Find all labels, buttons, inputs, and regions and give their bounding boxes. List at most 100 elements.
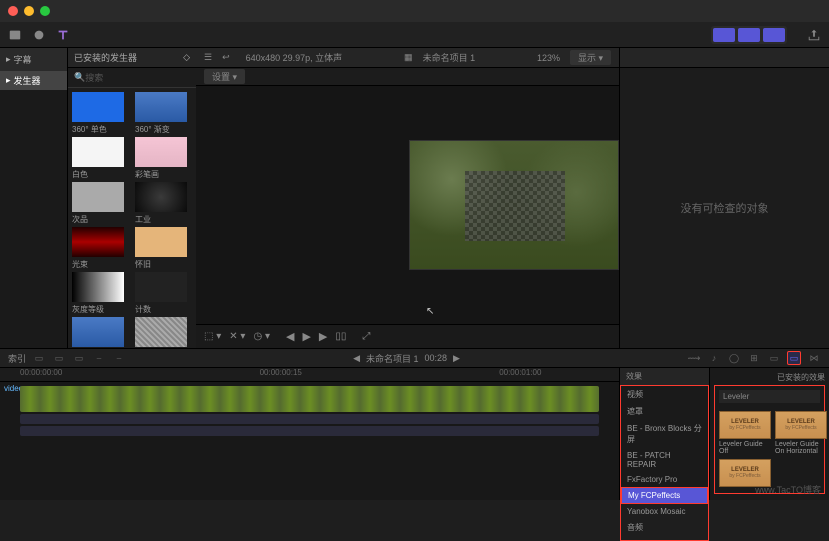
audio-track-1[interactable] [20, 414, 599, 424]
effect-category[interactable]: BE - PATCH REPAIR [621, 448, 708, 472]
generator-thumb[interactable]: 光束 [72, 227, 129, 270]
generator-thumb[interactable]: 360° 单色 [72, 92, 129, 135]
ruler-mark [379, 368, 499, 381]
thumb-image [72, 92, 124, 122]
tl-prev-icon[interactable]: ◀ [353, 353, 360, 364]
prev-icon[interactable]: ◀ [286, 330, 294, 343]
leveler-header: Leveler [719, 390, 820, 403]
leveler-preset[interactable]: LEVELERby FCPeffects Leveler Guide On Hor… [775, 411, 827, 455]
film-icon: ▦ [404, 52, 413, 63]
tl-icon-1[interactable]: ▭ [32, 351, 46, 365]
thumb-image [72, 272, 124, 302]
search-icon: 🔍 [74, 72, 85, 83]
viewer-project: 未命名项目 1 [423, 51, 476, 64]
loop-icon[interactable]: ▯▯ [335, 331, 346, 342]
effect-category[interactable]: Yanobox Mosaic [621, 504, 708, 519]
effect-category[interactable]: My FCPeffects [621, 487, 708, 504]
tl-icon-3[interactable]: ▭ [72, 351, 86, 365]
close-window[interactable] [8, 6, 18, 16]
timeline-tracks[interactable]: video [0, 382, 619, 500]
effects-browser-icon[interactable]: ▭ [787, 351, 801, 365]
generators-pane: 已安装的发生器 ◇ 🔍 搜索 360° 单色360° 渐变白色彩笔画次品工业光束… [68, 48, 196, 348]
tl-solo-icon[interactable]: ◯ [727, 351, 741, 365]
generator-thumb[interactable] [72, 317, 129, 348]
sidebar-header-label: 字幕 [14, 53, 32, 66]
viewer-canvas[interactable] [409, 140, 619, 270]
ruler-mark: 00:00:01:00 [499, 368, 619, 381]
generator-thumb[interactable]: 计数 [135, 272, 192, 315]
next-icon[interactable]: ▶ [319, 330, 327, 343]
tl-snap-icon[interactable]: ⊞ [747, 351, 761, 365]
thumb-image [135, 317, 187, 347]
thumb-label: 彩笔画 [135, 169, 192, 180]
thumb-image [135, 182, 187, 212]
generator-thumb[interactable]: 工业 [135, 182, 192, 225]
thumb-image [72, 317, 124, 347]
maximize-window[interactable] [40, 6, 50, 16]
titles-icon[interactable] [54, 26, 72, 44]
timeline-ruler[interactable]: 00:00:00:0000:00:00:1500:00:01:00 [0, 368, 619, 382]
crop-icon[interactable]: ⬚ ▾ [204, 331, 221, 342]
generator-thumb[interactable]: 360° 渐变 [135, 92, 192, 135]
share-icon[interactable] [805, 26, 823, 44]
tl-icon-4[interactable]: ⎯ [92, 351, 106, 365]
transport-bar: ⬚ ▾ ✕ ▾ ◷ ▾ ◀ ▶ ▶ ▯▯ ⤢ [196, 324, 619, 348]
photos-icon[interactable] [30, 26, 48, 44]
thumb-image [135, 137, 187, 167]
viewer-body[interactable]: ↖ [196, 86, 619, 324]
effect-category[interactable]: BE - Bronx Blocks 分屏 [621, 420, 708, 448]
minimize-window[interactable] [24, 6, 34, 16]
view-seg-1[interactable] [713, 28, 735, 42]
tl-audio-skim-icon[interactable]: ♪ [707, 351, 721, 365]
viewer-settings-menu[interactable]: 设置 ▾ [204, 69, 245, 84]
tl-view-icon[interactable]: ▭ [767, 351, 781, 365]
video-track[interactable] [20, 386, 599, 412]
thumb-label: 次品 [72, 214, 129, 225]
fullscreen-icon[interactable]: ⤢ [362, 331, 370, 342]
tl-icon-5[interactable]: ⎯ [112, 351, 126, 365]
viewer-info: 640x480 29.97p, 立体声 [246, 51, 343, 64]
library-icon[interactable] [6, 26, 24, 44]
generator-thumb[interactable]: 怀旧 [135, 227, 192, 270]
leveler-preset[interactable]: LEVELERby FCPeffects Leveler Guide Off [719, 411, 771, 455]
tl-next-icon[interactable]: ▶ [453, 353, 460, 364]
leveler-thumb: LEVELERby FCPeffects [719, 411, 771, 439]
play-icon[interactable]: ▶ [302, 330, 310, 343]
thumb-image [72, 227, 124, 257]
viewer-pane: ☰ ↩ 640x480 29.97p, 立体声 ▦ 未命名项目 1 123% 显… [196, 48, 619, 348]
generator-thumb[interactable] [135, 317, 192, 348]
back-icon[interactable]: ↩ [222, 52, 230, 63]
view-seg-3[interactable] [763, 28, 785, 42]
effect-category[interactable]: 音频 [621, 519, 708, 536]
generators-search[interactable]: 🔍 搜索 [68, 68, 196, 88]
effect-category[interactable]: 遮罩 [621, 403, 708, 420]
leveler-thumb: LEVELERby FCPeffects [775, 411, 827, 439]
sidebar-header[interactable]: ▸ 字幕 [0, 48, 67, 71]
tl-icon-2[interactable]: ▭ [52, 351, 66, 365]
effect-category[interactable]: FxFactory Pro [621, 472, 708, 487]
view-seg-2[interactable] [738, 28, 760, 42]
generator-thumb[interactable]: 灰度等级 [72, 272, 129, 315]
sidebar-item-generators[interactable]: ▸ 发生器 [0, 71, 67, 90]
installed-effects-label: 已安装的效果 [714, 372, 825, 383]
generator-thumb[interactable]: 彩笔画 [135, 137, 192, 180]
viewer-display-menu[interactable]: 显示 ▾ [570, 50, 611, 65]
list-icon[interactable]: ☰ [204, 52, 212, 63]
tl-skimming-icon[interactable]: ⟿ [687, 351, 701, 365]
tool-icon[interactable]: ✕ ▾ [229, 331, 245, 342]
leveler-label: Leveler Guide On Horizontal [775, 441, 827, 455]
thumb-image [72, 182, 124, 212]
retime-icon[interactable]: ◷ ▾ [253, 331, 270, 342]
index-label[interactable]: 索引 [8, 352, 26, 365]
effect-category[interactable]: 视频 [621, 386, 708, 403]
main-toolbar [0, 22, 829, 48]
dropdown-icon[interactable]: ◇ [183, 52, 190, 63]
generators-header: 已安装的发生器 ◇ [68, 48, 196, 68]
transparency-area [465, 171, 565, 241]
leveler-label: Leveler Guide Off [719, 441, 771, 455]
generator-thumb[interactable]: 次品 [72, 182, 129, 225]
transitions-icon[interactable]: ⋈ [807, 351, 821, 365]
viewer-zoom[interactable]: 123% [537, 53, 560, 63]
generator-thumb[interactable]: 白色 [72, 137, 129, 180]
audio-track-2[interactable] [20, 426, 599, 436]
